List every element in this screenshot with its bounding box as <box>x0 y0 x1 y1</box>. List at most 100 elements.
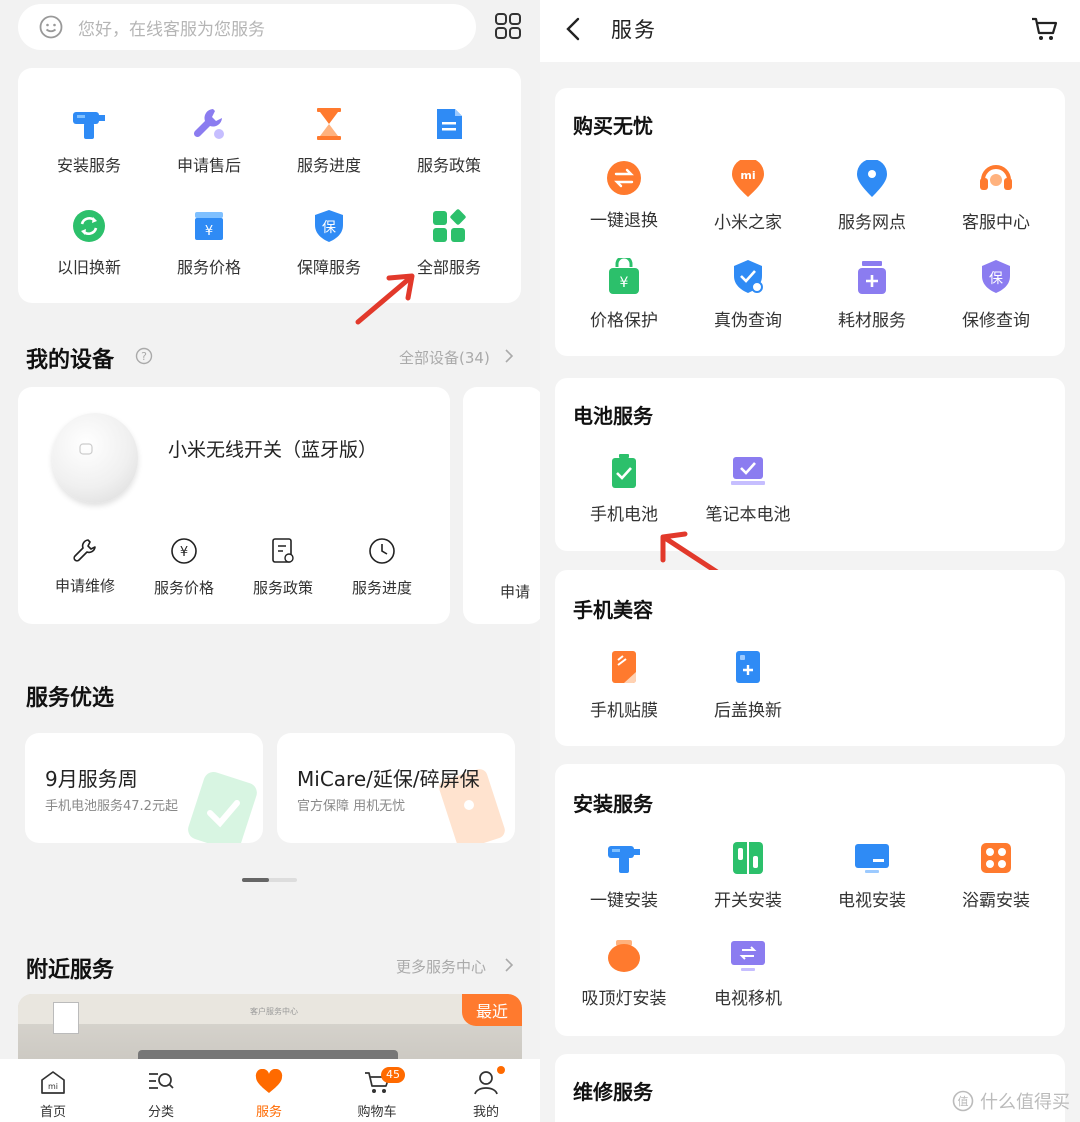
service-label: 电视安装 <box>838 891 906 911</box>
promo-card-service-week[interactable]: 9月服务周 手机电池服务47.2元起 <box>25 733 263 843</box>
document-icon <box>437 109 462 139</box>
heart-icon <box>255 1068 283 1093</box>
quick-label: 服务政策 <box>416 156 481 175</box>
nearby-title: 附近服务 <box>26 958 115 983</box>
cart-count-badge: 45 <box>381 1067 405 1083</box>
notification-dot <box>497 1066 505 1074</box>
carousel-indicator <box>242 878 297 882</box>
service-label: 小米之家 <box>714 213 782 233</box>
service-bath-heater-install[interactable]: 浴霸安装 <box>934 840 1058 911</box>
grid-menu-icon[interactable] <box>494 12 522 40</box>
hourglass-icon <box>317 108 341 140</box>
service-one-click-return[interactable]: 一键退换 <box>562 160 686 231</box>
service-warranty-check[interactable]: 保 保修查询 <box>934 258 1058 331</box>
quick-service-policy[interactable]: 服务政策 <box>389 106 509 176</box>
quick-after-sales[interactable]: 申请售后 <box>149 106 269 176</box>
nearest-badge: 最近 <box>461 994 522 1026</box>
svg-text:?: ? <box>141 350 147 363</box>
tab-me[interactable]: 我的 <box>446 1066 526 1120</box>
device-image <box>52 413 138 503</box>
tab-label: 首页 <box>39 1105 66 1120</box>
service-screen-film[interactable]: 手机贴膜 <box>562 648 686 721</box>
store-sign: 客户服务中心 <box>250 1007 298 1016</box>
service-back-cover[interactable]: 后盖换新 <box>686 648 810 721</box>
svg-text:¥: ¥ <box>180 545 188 560</box>
service-label: 浴霸安装 <box>962 891 1030 911</box>
annotation-arrow-all-services <box>355 273 415 325</box>
cart-icon[interactable] <box>1030 16 1058 42</box>
section-worry-free: 购买无忧 一键退换 mi 小米之家 服务网点 客服中心 ¥ 价格保护 真伪查询 … <box>555 88 1065 356</box>
section-title: 安装服务 <box>573 792 653 816</box>
service-tv-install[interactable]: 电视安装 <box>810 840 934 911</box>
watermark: 值 什么值得买 <box>952 1088 1070 1114</box>
shield-icon: 保 <box>315 210 343 242</box>
my-devices-title: 我的设备 <box>26 348 115 373</box>
section-title: 电池服务 <box>573 404 653 428</box>
search-bar[interactable]: 您好，在线客服为您服务 <box>18 4 476 50</box>
service-mi-home-store[interactable]: mi 小米之家 <box>686 160 810 233</box>
featured-title: 服务优选 <box>26 686 115 711</box>
device-price-action[interactable]: ¥ 服务价格 <box>136 537 232 598</box>
service-tv-relocation[interactable]: 电视移机 <box>686 938 810 1009</box>
service-one-click-install[interactable]: 一键安装 <box>562 840 686 911</box>
service-label: 一键退换 <box>590 211 658 231</box>
search-placeholder: 您好，在线客服为您服务 <box>78 19 265 40</box>
tab-category[interactable]: 分类 <box>121 1069 201 1120</box>
device-card[interactable]: 小米无线开关（蓝牙版） 申请维修 ¥ 服务价格 服务政策 服务进度 <box>18 387 450 624</box>
switch-icon <box>733 842 763 874</box>
smiley-icon <box>39 15 63 39</box>
service-customer-center[interactable]: 客服中心 <box>934 160 1058 233</box>
mi-store-icon: mi <box>732 160 764 197</box>
back-cover-icon <box>736 651 760 683</box>
tab-label: 分类 <box>147 1105 174 1120</box>
service-switch-install[interactable]: 开关安装 <box>686 840 810 911</box>
service-price-protection[interactable]: ¥ 价格保护 <box>562 258 686 331</box>
svg-text:¥: ¥ <box>205 224 213 239</box>
profile-icon <box>474 1071 498 1095</box>
service-label: 吸顶灯安装 <box>581 989 667 1009</box>
service-service-points[interactable]: 服务网点 <box>810 160 934 233</box>
service-consumables[interactable]: 耗材服务 <box>810 258 934 331</box>
quick-label: 申请售后 <box>176 156 241 175</box>
apps-icon <box>433 209 466 242</box>
quick-trade-in[interactable]: 以旧换新 <box>29 208 149 278</box>
quick-install-service[interactable]: 安装服务 <box>29 106 149 176</box>
section-phone-beauty: 手机美容 手机贴膜 后盖换新 <box>555 570 1065 746</box>
promo-subtitle: 手机电池服务47.2元起 <box>45 799 178 814</box>
device-policy-action[interactable]: 服务政策 <box>235 537 331 598</box>
device-action-label: 服务进度 <box>351 579 412 597</box>
device-action-label: 服务政策 <box>252 579 313 597</box>
all-devices-link[interactable]: 全部设备(34) <box>399 347 490 368</box>
tab-label: 购物车 <box>357 1105 397 1120</box>
promo-card-micare[interactable]: MiCare/延保/碎屏保 官方保障 用机无忧 <box>277 733 515 843</box>
tab-service[interactable]: 服务 <box>229 1068 309 1120</box>
service-authenticity-check[interactable]: 真伪查询 <box>686 258 810 331</box>
quick-service-price[interactable]: ¥ 服务价格 <box>149 208 269 278</box>
help-icon[interactable]: ? <box>135 347 153 365</box>
service-label: 电视移机 <box>714 989 782 1009</box>
quick-label: 服务进度 <box>296 156 361 175</box>
more-service-centers-link[interactable]: 更多服务中心 <box>396 956 486 977</box>
phone-battery-icon <box>612 454 636 488</box>
service-ceiling-lamp-install[interactable]: 吸顶灯安装 <box>562 938 686 1009</box>
refresh-icon <box>73 210 105 242</box>
service-label: 保修查询 <box>962 311 1030 331</box>
service-phone-battery[interactable]: 手机电池 <box>562 452 686 525</box>
chevron-right-icon <box>505 958 514 972</box>
tab-home[interactable]: mi 首页 <box>13 1069 93 1120</box>
laptop-battery-icon <box>731 457 765 485</box>
battery-promo-illustration <box>188 771 257 843</box>
watermark-text: 什么值得买 <box>980 1092 1070 1113</box>
back-arrow-icon[interactable] <box>564 16 582 42</box>
quick-service-progress[interactable]: 服务进度 <box>269 106 389 176</box>
policy-doc-icon <box>272 538 294 563</box>
page-title: 服务 <box>611 18 657 42</box>
promo-subtitle: 官方保障 用机无忧 <box>297 799 406 814</box>
service-laptop-battery[interactable]: 笔记本电池 <box>686 452 810 525</box>
device-repair-action[interactable]: 申请维修 <box>37 537 133 596</box>
device-progress-action[interactable]: 服务进度 <box>334 537 430 598</box>
device-name: 小米无线开关（蓝牙版） <box>168 439 378 461</box>
next-device-card[interactable]: 申请 <box>463 387 540 624</box>
tab-cart[interactable]: 45 购物车 <box>337 1067 417 1120</box>
service-label: 手机贴膜 <box>590 701 658 721</box>
